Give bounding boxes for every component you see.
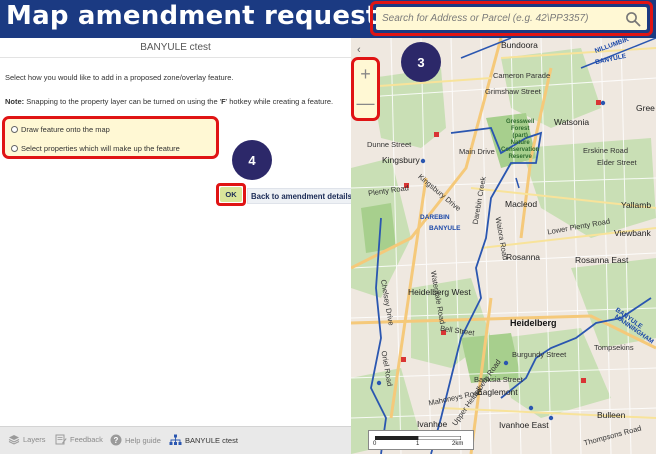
map-label-burgundy: Burgundy Street — [512, 350, 567, 359]
ok-highlight: OK — [216, 183, 246, 206]
tab-layers[interactable]: Layers — [8, 434, 46, 445]
map-label-tompsekins: Tompsekins — [594, 343, 634, 352]
map-label-erskine: Erskine Road — [583, 146, 629, 155]
map-label-dunne: Dunne Street — [367, 140, 412, 149]
note-text-pre: Snapping to the property layer can be tu… — [24, 97, 222, 106]
map-label-grimshaw: Grimshaw Street — [485, 87, 541, 96]
map-label-kingsbury: Kingsbury — [382, 155, 420, 165]
map-label-yallambie: Yallamb — [621, 200, 652, 210]
panel-instruction: Select how you would like to add in a pr… — [5, 73, 234, 82]
step-badge-4: 4 — [232, 140, 272, 180]
map-label-main: Main Drive — [459, 147, 495, 156]
option-draw-feature[interactable]: Draw feature onto the map — [11, 125, 110, 134]
map-label-heidelberg: Heidelberg — [510, 318, 557, 328]
header-bar: Map amendment requests — [0, 0, 656, 38]
layers-icon — [8, 435, 20, 445]
tab-help-guide[interactable]: ? Help guide — [110, 434, 161, 446]
map-label-gree: Gree — [636, 103, 655, 113]
panel-note: Note: Snapping to the property layer can… — [5, 97, 333, 106]
option-select-label: Select properties which will make up the… — [21, 144, 180, 153]
map-label-bundoora: Bundoora — [501, 40, 538, 50]
collapse-panel-icon[interactable]: ‹ — [357, 44, 361, 56]
sitemap-icon — [169, 434, 182, 445]
option-draw-label: Draw feature onto the map — [21, 125, 110, 134]
ok-button[interactable]: OK — [220, 187, 242, 202]
panel-title: BANYULE ctest — [0, 38, 351, 58]
page-title: Map amendment requests — [6, 1, 395, 31]
zoom-out-button[interactable]: — — [354, 89, 377, 118]
map-label-ivanhoe: Ivanhoe — [417, 419, 448, 429]
map-label-banyule-w: BANYULE — [429, 225, 461, 232]
map-label-macleod: Macleod — [505, 199, 538, 209]
scale-line — [375, 436, 461, 440]
scale-label-2km: 2km — [452, 441, 464, 447]
scale-label-0: 0 — [373, 441, 377, 447]
map-label-darebin: DAREBIN — [420, 214, 450, 221]
radio-draw-feature[interactable] — [11, 126, 18, 133]
svg-text:?: ? — [114, 436, 119, 445]
tab-banyule-label: BANYULE ctest — [185, 435, 238, 445]
search-icon[interactable] — [625, 11, 641, 27]
map-label-bulleen: Bulleen — [597, 410, 626, 420]
map-label-ivanhoe-east: Ivanhoe East — [499, 420, 549, 430]
tab-banyule-ctest[interactable]: BANYULE ctest — [169, 434, 238, 446]
options-highlight: Draw feature onto the map Select propert… — [2, 116, 219, 159]
radio-select-properties[interactable] — [11, 145, 18, 152]
feedback-icon — [55, 434, 67, 445]
tab-feedback[interactable]: Feedback — [55, 434, 103, 445]
note-label: Note: — [5, 97, 25, 106]
search-input[interactable] — [376, 7, 647, 30]
option-select-properties[interactable]: Select properties which will make up the… — [11, 144, 180, 153]
map-label-forest: Gresswell Forest (part) Nature Conservat… — [501, 119, 540, 160]
search-box — [376, 7, 647, 30]
map-scale-bar: 0 1 2km — [368, 430, 474, 450]
scale-label-1: 1 — [416, 441, 420, 447]
note-text-post: ' hotkey while creating a feature. — [225, 97, 334, 106]
tab-help-label: Help guide — [125, 435, 161, 445]
tab-layers-label: Layers — [23, 435, 46, 444]
map-label-cameron: Cameron Parade — [493, 71, 551, 80]
map-label-viewbank: Viewbank — [614, 228, 651, 238]
map-label-watsonia: Watsonia — [554, 117, 590, 127]
map-label-rosanna: Rosanna — [506, 252, 541, 262]
map-label-elder: Elder Street — [597, 158, 637, 167]
help-icon: ? — [110, 434, 122, 446]
search-highlight — [370, 1, 653, 36]
back-to-amendment-button[interactable]: Back to amendment details — [247, 188, 356, 204]
bottom-tab-bar: Layers Feedback ? Help guide BANYULE cte… — [0, 426, 351, 454]
left-panel: BANYULE ctest Select how you would like … — [0, 38, 356, 426]
map-label-rosanna-east: Rosanna East — [575, 255, 629, 265]
map-label-eaglemont: Eaglemont — [477, 387, 518, 397]
map-view[interactable]: Bundoora NILLUMBIK BANYULE Cameron Parad… — [351, 38, 656, 454]
tab-feedback-label: Feedback — [70, 435, 103, 444]
zoom-in-button[interactable]: + — [354, 60, 377, 89]
step-badge-3: 3 — [401, 42, 441, 82]
app-window: Map amendment requests BANYULE ctest Sel… — [0, 0, 656, 454]
zoom-controls-highlight: + — — [351, 57, 380, 121]
map-label-banksia: Banksia Street — [474, 375, 523, 384]
